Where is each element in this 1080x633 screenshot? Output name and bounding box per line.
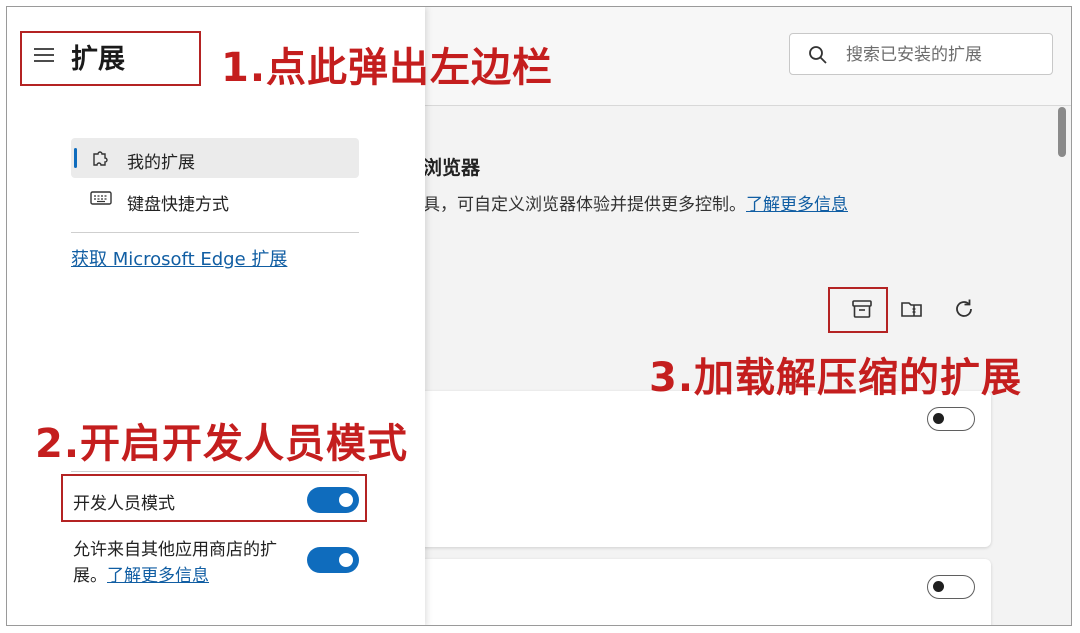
extension-card — [407, 559, 991, 625]
learn-more-link[interactable]: 了解更多信息 — [107, 566, 209, 586]
active-indicator — [74, 148, 77, 168]
developer-section-title: 浏览器 — [423, 157, 481, 179]
divider — [71, 471, 359, 472]
annotation-box-load-unpacked — [828, 287, 888, 333]
get-edge-extensions-link[interactable]: 获取 Microsoft Edge 扩展 — [71, 245, 287, 271]
developer-section-description: 具，可自定义浏览器体验并提供更多控制。了解更多信息 — [423, 190, 848, 215]
learn-more-link[interactable]: 了解更多信息 — [746, 195, 848, 215]
search-icon — [808, 45, 828, 69]
toggle-knob — [339, 553, 353, 567]
toggle-knob — [933, 581, 944, 592]
update-icon[interactable] — [947, 294, 981, 324]
sidebar-item-label: 键盘快捷方式 — [127, 195, 229, 215]
pack-extension-icon[interactable] — [895, 294, 929, 324]
sidebar-item-label: 我的扩展 — [127, 153, 195, 173]
keyboard-icon — [90, 190, 112, 210]
toggle-knob — [933, 413, 944, 424]
sidebar-item-keyboard-shortcuts[interactable]: 键盘快捷方式 — [71, 180, 359, 220]
allow-other-stores-label: 允许来自其他应用商店的扩 展。了解更多信息 — [73, 537, 277, 589]
search-box[interactable] — [789, 33, 1053, 75]
extension-card — [407, 391, 991, 547]
extension-toggle[interactable] — [927, 407, 975, 431]
sidebar-item-my-extensions[interactable]: 我的扩展 — [71, 138, 359, 178]
annotation-box-developer-mode — [61, 474, 367, 522]
annotation-step3: 3.加载解压缩的扩展 — [649, 355, 1023, 401]
allow-other-stores-toggle[interactable] — [307, 547, 359, 573]
annotation-step2: 2.开启开发人员模式 — [35, 421, 409, 467]
sidebar-panel: 扩展 我的扩展 键盘快捷方式 获取 Microsoft Edge 扩展 开发人员… — [7, 7, 425, 625]
browser-window: 浏览器 具，可自定义浏览器体验并提供更多控制。了解更多信息 扩展 我的扩展 — [6, 6, 1072, 626]
allow-other-stores-text-2: 展。 — [73, 566, 107, 586]
allow-other-stores-text: 允许来自其他应用商店的扩 — [73, 540, 277, 560]
annotation-step1: 1.点此弹出左边栏 — [221, 45, 554, 91]
divider — [71, 232, 359, 233]
search-input[interactable] — [844, 42, 1043, 68]
description-text: 具，可自定义浏览器体验并提供更多控制。 — [423, 195, 746, 215]
annotation-box-menu — [20, 31, 201, 86]
extension-toggle[interactable] — [927, 575, 975, 599]
scrollbar[interactable] — [1058, 107, 1066, 157]
puzzle-icon — [90, 148, 110, 172]
